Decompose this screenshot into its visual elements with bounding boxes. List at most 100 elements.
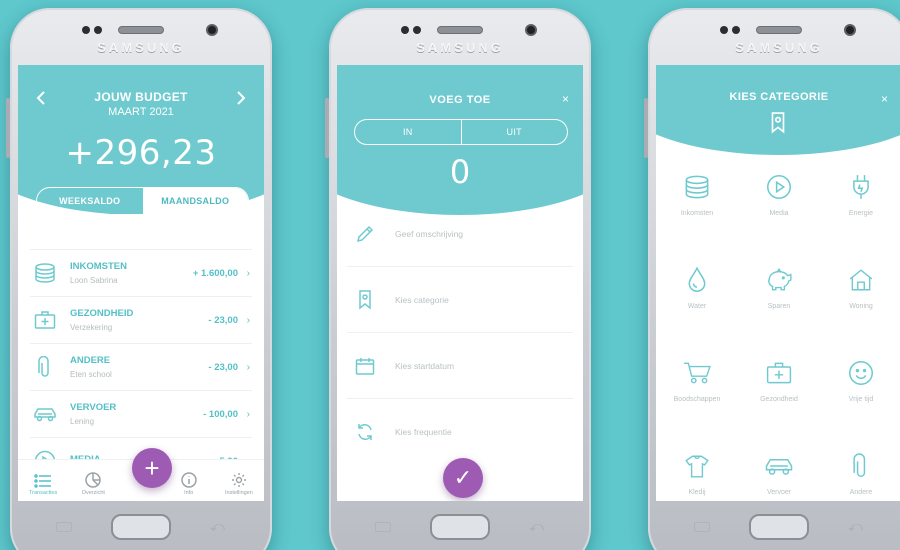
car-icon <box>764 451 794 481</box>
item-name: ANDERE <box>70 355 111 366</box>
front-camera <box>206 24 218 36</box>
item-value: - 23,00 <box>208 361 238 373</box>
item-name: VERVOER <box>70 402 117 413</box>
category-inkomsten[interactable]: Inkomsten <box>656 168 738 261</box>
plug-icon <box>850 172 872 202</box>
item-value: - 23,00 <box>208 314 238 326</box>
add-form: Geef omschrijving Kies categorie Kies st… <box>347 201 573 465</box>
earpiece-speaker <box>756 26 802 34</box>
item-desc: Eten school <box>70 370 112 379</box>
nav-label: Transacties <box>28 490 58 496</box>
item-name: GEZONDHEID <box>70 308 134 319</box>
category-label: Media <box>769 210 789 217</box>
field-placeholder: Kies categorie <box>395 294 449 305</box>
description-field[interactable]: Geef omschrijving <box>347 201 573 267</box>
page-title: VOEG TOE <box>429 94 491 106</box>
pencil-icon <box>353 224 377 244</box>
list-item[interactable]: VERVOER Lening - 100,00 › <box>30 390 252 437</box>
chevron-right-icon: › <box>246 408 250 420</box>
sensor-dots <box>82 26 102 34</box>
category-field[interactable]: Kies categorie <box>347 267 573 333</box>
car-icon <box>32 401 58 427</box>
toggle-monthly[interactable]: MAANDSALDO <box>142 188 248 214</box>
pie-chart-icon <box>85 472 102 488</box>
list-item[interactable]: GEZONDHEID Verzekering - 23,00 › <box>30 296 252 343</box>
smiley-icon <box>848 358 874 388</box>
category-boodschappen[interactable]: Boodschappen <box>656 354 738 447</box>
back-icon[interactable]: ⤺ <box>210 518 225 535</box>
item-value: - 100,00 <box>203 408 238 420</box>
category-gezondheid[interactable]: Gezondheid <box>738 354 820 447</box>
category-label: Vrije tijd <box>848 396 874 403</box>
nav-label: Instellingen <box>224 490 253 496</box>
nav-transacties[interactable]: Transacties <box>18 460 68 501</box>
cart-icon <box>683 358 711 388</box>
category-label: Energie <box>848 210 874 217</box>
item-desc: Verzekering <box>70 323 113 332</box>
category-media[interactable]: Media <box>738 168 820 261</box>
earpiece-speaker <box>118 26 164 34</box>
start-date-field[interactable]: Kies startdatum <box>347 333 573 399</box>
front-camera <box>525 24 537 36</box>
piggy-bank-icon <box>765 265 793 295</box>
category-header <box>656 65 900 155</box>
recent-apps-button[interactable] <box>694 522 710 532</box>
item-desc: Lening <box>70 417 95 426</box>
page-title: KIES CATEGORIE <box>729 91 829 103</box>
phone-category: SAMSUNG KIES CATEGORIE × Inkomsten Media… <box>644 8 900 550</box>
in-out-toggle: IN UIT <box>354 119 568 145</box>
list-icon <box>34 474 52 488</box>
category-water[interactable]: Water <box>656 261 738 354</box>
home-button[interactable] <box>430 514 490 540</box>
category-label: Gezondheid <box>760 396 798 403</box>
sensor-dots <box>401 26 421 34</box>
phone-add: SAMSUNG VOEG TOE × IN UIT 0 Geef omschri… <box>325 8 591 550</box>
category-label: Water <box>687 303 707 310</box>
confirm-button[interactable]: ✓ <box>443 458 483 498</box>
field-placeholder: Kies frequentie <box>395 427 452 437</box>
brand-logo: SAMSUNG <box>97 40 185 55</box>
recent-apps-button[interactable] <box>375 522 391 532</box>
first-aid-icon <box>765 358 793 388</box>
list-item[interactable]: ANDERE Eten school - 23,00 › <box>30 343 252 390</box>
add-transaction-button[interactable]: + <box>132 448 172 488</box>
category-kledij[interactable]: Kledij <box>656 447 738 501</box>
recent-apps-button[interactable] <box>56 522 72 532</box>
frequency-field[interactable]: Kies frequentie <box>347 399 573 465</box>
category-woning[interactable]: Woning <box>820 261 900 354</box>
close-icon[interactable]: × <box>562 92 569 106</box>
list-item[interactable]: INKOMSTEN Loon Sabrina + 1.600,00 › <box>30 249 252 296</box>
brand-logo: SAMSUNG <box>416 40 504 55</box>
earpiece-speaker <box>437 26 483 34</box>
amount-display[interactable]: 0 <box>337 153 583 191</box>
gear-icon <box>231 473 246 487</box>
add-screen: VOEG TOE × IN UIT 0 Geef omschrijving Ki… <box>337 65 583 501</box>
item-value: + 1.600,00 <box>192 267 238 279</box>
back-icon[interactable]: ⤺ <box>529 518 544 535</box>
nav-instellingen[interactable]: Instellingen <box>214 460 264 501</box>
toggle-weekly[interactable]: WEEKSALDO <box>37 188 143 214</box>
category-sparen[interactable]: Sparen <box>738 261 820 354</box>
category-label: Sparen <box>767 303 791 310</box>
category-energie[interactable]: Energie <box>820 168 900 261</box>
shirt-icon <box>684 451 710 481</box>
item-desc: Loon Sabrina <box>70 276 118 285</box>
nav-label: Info <box>184 490 194 496</box>
chevron-right-icon: › <box>246 314 250 326</box>
chevron-right-icon: › <box>246 361 250 373</box>
brand-logo: SAMSUNG <box>735 40 823 55</box>
category-vervoer[interactable]: Vervoer <box>738 447 820 501</box>
nav-overzicht[interactable]: Overzicht <box>68 460 118 501</box>
close-icon[interactable]: × <box>881 92 888 106</box>
home-button[interactable] <box>111 514 171 540</box>
category-label: Vervoer <box>766 489 792 496</box>
item-name: INKOMSTEN <box>70 261 127 272</box>
toggle-in[interactable]: IN <box>355 120 462 144</box>
ribbon-icon <box>353 289 377 310</box>
toggle-out[interactable]: UIT <box>462 120 568 144</box>
category-andere[interactable]: Andere <box>820 447 900 501</box>
category-vrije-tijd[interactable]: Vrije tijd <box>820 354 900 447</box>
back-icon[interactable]: ⤺ <box>848 518 863 535</box>
home-button[interactable] <box>749 514 809 540</box>
category-label: Boodschappen <box>673 396 721 403</box>
